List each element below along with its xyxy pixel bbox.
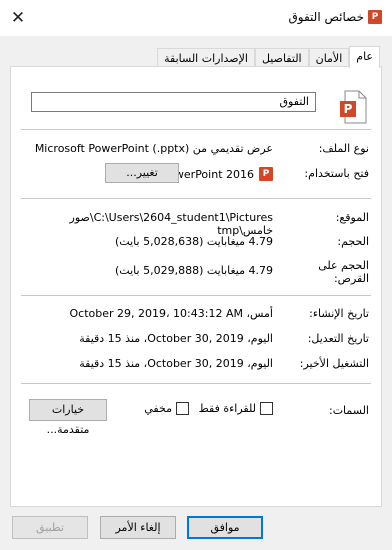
general-panel: P التفوق نوع الملف: عرض تقديمي من Micros… bbox=[10, 66, 382, 507]
apply-button[interactable]: تطبيق bbox=[12, 516, 88, 539]
size-on-disk-label-line2: القرص: bbox=[333, 272, 369, 285]
separator bbox=[21, 383, 371, 384]
close-icon[interactable]: ✕ bbox=[6, 6, 30, 30]
separator bbox=[21, 295, 371, 296]
window-title: P خصائص التفوق bbox=[288, 10, 382, 24]
tab-previous-versions[interactable]: الإصدارات السابقة bbox=[157, 48, 255, 68]
location-value: C:\Users\2604_student1\Pictures\صور خامس… bbox=[69, 211, 273, 237]
file-name-input[interactable]: التفوق bbox=[31, 92, 316, 112]
opens-with-label: فتح باستخدام: bbox=[304, 167, 369, 180]
powerpoint-app-icon: P bbox=[259, 167, 273, 181]
hidden-checkbox-row[interactable]: مخفي bbox=[144, 402, 189, 415]
cancel-button[interactable]: إلغاء الأمر bbox=[100, 516, 176, 539]
ok-button[interactable]: موافق bbox=[187, 516, 263, 539]
readonly-checkbox-row[interactable]: للقراءة فقط bbox=[199, 402, 273, 415]
window-title-text: خصائص التفوق bbox=[288, 10, 364, 24]
accessed-label: التشغيل الأخير: bbox=[299, 357, 369, 370]
powerpoint-small-icon: P bbox=[368, 10, 382, 24]
size-value: 4.79 ميغابايت (5,028,638 بايت) bbox=[115, 235, 273, 248]
advanced-button[interactable]: خيارات متقدمة... bbox=[29, 399, 107, 436]
size-on-disk-label-line1: الحجم على bbox=[318, 259, 369, 272]
separator bbox=[21, 129, 371, 130]
modified-value: اليوم، October 30, 2019، منذ 15 دقيقة bbox=[79, 332, 273, 345]
created-label: تاريخ الإنشاء: bbox=[309, 307, 369, 320]
change-button[interactable]: تغيير... bbox=[105, 163, 179, 183]
readonly-checkbox[interactable] bbox=[260, 402, 273, 415]
tab-details[interactable]: التفاصيل bbox=[254, 48, 309, 68]
hidden-label: مخفي bbox=[144, 402, 172, 415]
powerpoint-file-icon: P bbox=[340, 90, 367, 124]
attributes-label: السمات: bbox=[329, 404, 369, 417]
tab-security[interactable]: الأمان bbox=[308, 48, 350, 68]
hidden-checkbox[interactable] bbox=[176, 402, 189, 415]
title-bar: ✕ P خصائص التفوق bbox=[0, 0, 392, 36]
size-label: الحجم: bbox=[337, 235, 369, 248]
readonly-label: للقراءة فقط bbox=[198, 402, 256, 415]
separator bbox=[21, 198, 371, 199]
svg-text:P: P bbox=[344, 102, 353, 116]
tab-general[interactable]: عام bbox=[349, 46, 380, 68]
created-value: أمس، October 29, 2019، 10:43:12 AM bbox=[69, 307, 274, 320]
file-type-label: نوع الملف: bbox=[318, 142, 369, 155]
file-type-value: عرض تقديمي من Microsoft PowerPoint (.ppt… bbox=[34, 142, 273, 155]
accessed-value: اليوم، October 30, 2019، منذ 15 دقيقة bbox=[79, 357, 273, 370]
size-on-disk-value: 4.79 ميغابايت (5,029,888 بايت) bbox=[115, 264, 273, 277]
modified-label: تاريخ التعديل: bbox=[307, 332, 369, 345]
tab-bar: عام الأمان التفاصيل الإصدارات السابقة bbox=[157, 46, 380, 68]
location-label: الموقع: bbox=[335, 211, 369, 224]
